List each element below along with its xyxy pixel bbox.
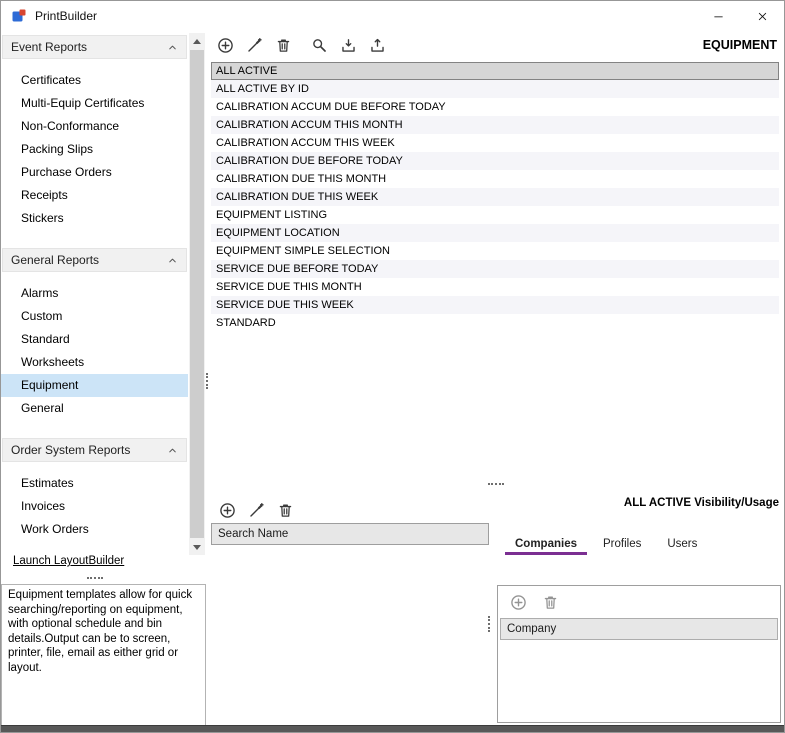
event-reports-list: CertificatesMulti-Equip CertificatesNon-…: [1, 69, 188, 230]
search-icon[interactable]: [309, 35, 329, 55]
sidebar-splitter-grip[interactable]: [87, 577, 103, 579]
template-row[interactable]: CALIBRATION DUE BEFORE TODAY: [211, 152, 779, 170]
chevron-up-icon: [167, 255, 178, 266]
sidebar-item[interactable]: Equipment: [1, 374, 188, 397]
sidebar-item[interactable]: Standard: [1, 328, 188, 351]
template-row[interactable]: ALL ACTIVE BY ID: [211, 80, 779, 98]
close-button[interactable]: [740, 1, 784, 31]
sidebar-item[interactable]: Stickers: [1, 207, 188, 230]
window-title: PrintBuilder: [35, 9, 97, 23]
sidebar-item[interactable]: Alarms: [1, 282, 188, 305]
section-header-order-system-reports[interactable]: Order System Reports: [2, 438, 187, 462]
main-area: EQUIPMENT ALL ACTIVEALL ACTIVE BY IDCALI…: [209, 31, 783, 725]
visibility-tabs: Companies Profiles Users: [505, 534, 781, 555]
template-row[interactable]: CALIBRATION ACCUM THIS MONTH: [211, 116, 779, 134]
export-icon[interactable]: [367, 35, 387, 55]
tab[interactable]: Companies: [505, 534, 587, 555]
tab[interactable]: Users: [657, 534, 707, 555]
chevron-up-icon: [167, 42, 178, 53]
general-reports-list: AlarmsCustomStandardWorksheetsEquipmentG…: [1, 282, 188, 420]
template-description: Equipment templates allow for quick sear…: [1, 584, 206, 726]
template-row[interactable]: SERVICE DUE BEFORE TODAY: [211, 260, 779, 278]
minimize-icon: [713, 11, 724, 22]
sidebar: Event Reports CertificatesMulti-Equip Ce…: [1, 31, 207, 725]
order-system-reports-list: EstimatesInvoicesWork Orders: [1, 472, 188, 541]
window-bottom-edge: [1, 725, 784, 732]
companies-toolbar: [498, 586, 780, 618]
sidebar-item[interactable]: Non-Conformance: [1, 115, 188, 138]
search-name-column-header[interactable]: Search Name: [211, 523, 489, 545]
template-row[interactable]: CALIBRATION ACCUM DUE BEFORE TODAY: [211, 98, 779, 116]
scrollbar-thumb[interactable]: [190, 50, 204, 538]
horizontal-splitter-grip[interactable]: [488, 483, 504, 485]
sidebar-item[interactable]: Custom: [1, 305, 188, 328]
template-row[interactable]: STANDARD: [211, 314, 779, 332]
section-label: Order System Reports: [11, 443, 167, 457]
trash-icon[interactable]: [273, 35, 293, 55]
chevron-up-icon: [167, 445, 178, 456]
window-controls: [696, 1, 784, 31]
template-list: ALL ACTIVEALL ACTIVE BY IDCALIBRATION AC…: [211, 62, 779, 332]
app-icon: [11, 8, 27, 24]
add-circle-icon[interactable]: [217, 500, 237, 520]
section-header-general-reports[interactable]: General Reports: [2, 248, 187, 272]
bottom-panels-splitter-grip[interactable]: [488, 616, 490, 632]
scroll-up-icon[interactable]: [189, 33, 205, 49]
sidebar-main-splitter-grip[interactable]: [206, 373, 208, 389]
template-row[interactable]: EQUIPMENT LOCATION: [211, 224, 779, 242]
trash-icon[interactable]: [275, 500, 295, 520]
sidebar-scrollbar[interactable]: [189, 33, 205, 555]
template-row[interactable]: CALIBRATION ACCUM THIS WEEK: [211, 134, 779, 152]
template-row[interactable]: EQUIPMENT LISTING: [211, 206, 779, 224]
scroll-down-icon[interactable]: [189, 539, 205, 555]
add-circle-icon[interactable]: [508, 592, 528, 612]
visibility-panel: ALL ACTIVE Visibility/Usage Companies Pro…: [497, 497, 781, 725]
printbuilder-window: PrintBuilder Event Reports CertificatesM…: [0, 0, 785, 733]
sidebar-item[interactable]: Estimates: [1, 472, 188, 495]
close-icon: [757, 11, 768, 22]
template-row[interactable]: EQUIPMENT SIMPLE SELECTION: [211, 242, 779, 260]
sidebar-item[interactable]: Receipts: [1, 184, 188, 207]
sidebar-item[interactable]: General: [1, 397, 188, 420]
section-label: Event Reports: [11, 40, 167, 54]
search-panel: Search Name: [211, 497, 489, 725]
company-column-header[interactable]: Company: [500, 618, 778, 640]
wand-icon[interactable]: [246, 500, 266, 520]
sidebar-item[interactable]: Work Orders: [1, 518, 188, 541]
template-row[interactable]: ALL ACTIVE: [211, 62, 779, 80]
equipment-heading: EQUIPMENT: [703, 38, 779, 52]
wand-icon[interactable]: [244, 35, 264, 55]
import-icon[interactable]: [338, 35, 358, 55]
templates-toolbar: EQUIPMENT: [209, 31, 783, 59]
sidebar-item[interactable]: Worksheets: [1, 351, 188, 374]
template-row[interactable]: SERVICE DUE THIS MONTH: [211, 278, 779, 296]
sidebar-item[interactable]: Packing Slips: [1, 138, 188, 161]
visibility-heading: ALL ACTIVE Visibility/Usage: [497, 497, 781, 509]
sidebar-item[interactable]: Multi-Equip Certificates: [1, 92, 188, 115]
template-row[interactable]: SERVICE DUE THIS WEEK: [211, 296, 779, 314]
launch-layoutbuilder-link[interactable]: Launch LayoutBuilder: [13, 555, 124, 567]
companies-panel: Company: [497, 585, 781, 723]
sidebar-item[interactable]: Purchase Orders: [1, 161, 188, 184]
search-panel-toolbar: [211, 497, 489, 523]
template-row[interactable]: CALIBRATION DUE THIS WEEK: [211, 188, 779, 206]
tab[interactable]: Profiles: [593, 534, 651, 555]
titlebar: PrintBuilder: [1, 1, 784, 31]
sidebar-item[interactable]: Certificates: [1, 69, 188, 92]
section-header-event-reports[interactable]: Event Reports: [2, 35, 187, 59]
trash-icon[interactable]: [540, 592, 560, 612]
sidebar-item[interactable]: Invoices: [1, 495, 188, 518]
add-circle-icon[interactable]: [215, 35, 235, 55]
minimize-button[interactable]: [696, 1, 740, 31]
template-row[interactable]: CALIBRATION DUE THIS MONTH: [211, 170, 779, 188]
section-label: General Reports: [11, 253, 167, 267]
